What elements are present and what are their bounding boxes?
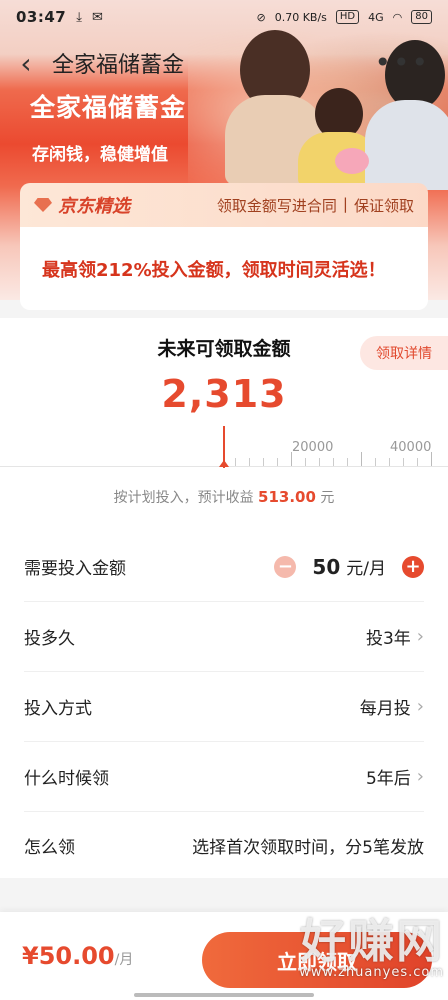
price-unit: /月 bbox=[114, 952, 134, 968]
hero-subtitle: 存闲钱，稳健增值 bbox=[32, 145, 168, 165]
row-invest-method[interactable]: 投入方式 每月投 › bbox=[24, 672, 424, 742]
watermark-logo: 好赚网 bbox=[300, 914, 444, 968]
row-value-wrap: 5年后 › bbox=[366, 764, 424, 789]
wifi-icon: ◠ bbox=[392, 10, 403, 24]
jd-tags: 领取金额写进合同 | 保证领取 bbox=[217, 195, 414, 216]
status-time: 03:47 bbox=[16, 8, 67, 26]
row-duration[interactable]: 投多久 投3年 › bbox=[24, 602, 424, 672]
mail-icon: ✉ bbox=[92, 9, 103, 25]
chevron-right-icon: › bbox=[416, 626, 424, 647]
signal-label: 4G bbox=[368, 10, 384, 24]
row-invest-amount: 需要投入金额 − 50 元/月 + bbox=[24, 532, 424, 602]
price-value: ¥50.00 bbox=[22, 942, 115, 970]
price-total: ¥50.00/月 bbox=[22, 942, 133, 970]
ruler-tick bbox=[249, 458, 250, 466]
tag-separator: | bbox=[342, 194, 348, 213]
estimate-prefix: 按计划投入，预计收益 bbox=[113, 490, 254, 506]
detail-button[interactable]: 领取详情 bbox=[360, 336, 448, 370]
father-body bbox=[365, 100, 448, 190]
decrease-button[interactable]: − bbox=[274, 555, 297, 578]
row-label: 投多久 bbox=[24, 629, 75, 649]
ruler-tick bbox=[375, 458, 376, 466]
back-button[interactable]: ‹ bbox=[0, 47, 52, 80]
ruler-tick bbox=[389, 458, 390, 466]
ruler-tick bbox=[277, 458, 278, 466]
ruler-tick bbox=[319, 458, 320, 466]
estimated-earnings: 按计划投入，预计收益 513.00 元 bbox=[0, 487, 448, 507]
mute-icon: ⊘ bbox=[256, 10, 266, 24]
ruler-label-20000: 20000 bbox=[292, 440, 334, 455]
battery-icon: 80 bbox=[411, 10, 432, 24]
ruler-tick bbox=[333, 458, 334, 466]
ruler-tick bbox=[235, 458, 236, 466]
chevron-right-icon: › bbox=[416, 766, 424, 787]
promo-card: 最高领212%投入金额，领取时间灵活选！ bbox=[20, 227, 428, 310]
row-value-wrap: 投3年 › bbox=[366, 624, 424, 649]
amount-stepper: − 50 元/月 + bbox=[274, 554, 424, 579]
increase-button[interactable]: + bbox=[402, 555, 424, 578]
row-label: 需要投入金额 bbox=[24, 559, 126, 579]
jd-strip: 京东精选 领取金额写进合同 | 保证领取 bbox=[20, 183, 428, 227]
piggy-bank-icon bbox=[335, 148, 369, 174]
estimate-amount: 513.00 bbox=[258, 488, 316, 506]
hero-title: 全家福储蓄金 bbox=[30, 93, 187, 122]
ruler-label-40000: 40000 bbox=[390, 440, 432, 455]
invest-unit: 元/月 bbox=[346, 559, 386, 579]
jd-logo: 京东精选 bbox=[34, 192, 130, 218]
diamond-icon bbox=[34, 198, 52, 212]
row-value: 5年后 bbox=[365, 769, 411, 789]
row-value: 选择首次领取时间，分5笔发放 bbox=[192, 837, 424, 858]
row-label: 投入方式 bbox=[24, 699, 92, 719]
row-value-wrap: 选择首次领取时间，分5笔发放 bbox=[192, 833, 424, 858]
ruler-tick bbox=[347, 458, 348, 466]
ruler-pointer-triangle bbox=[219, 460, 229, 467]
download-icon: ⤓ bbox=[76, 9, 82, 25]
row-claim-time[interactable]: 什么时候领 5年后 › bbox=[24, 742, 424, 812]
promo-text: 最高领212%投入金额，领取时间灵活选！ bbox=[42, 259, 386, 281]
jd-brand: 京东精选 bbox=[58, 196, 130, 217]
row-label: 什么时候领 bbox=[24, 769, 109, 789]
ruler-tick bbox=[417, 458, 418, 466]
watermark-url: www.zhuanyes.com bbox=[299, 965, 444, 980]
chevron-right-icon: › bbox=[416, 696, 424, 717]
watermark: 好赚网 www.zhuanyes.com bbox=[254, 905, 444, 980]
top-nav: ‹ 全家福储蓄金 ••• bbox=[0, 40, 448, 86]
network-speed: 0.70 KB/s bbox=[274, 10, 327, 24]
ruler-tick bbox=[403, 458, 404, 466]
future-amount: 2,313 bbox=[161, 372, 287, 416]
ruler-tick bbox=[305, 458, 306, 466]
hd-badge: HD bbox=[335, 10, 360, 24]
row-value: 投3年 bbox=[365, 629, 411, 649]
row-label: 怎么领 bbox=[24, 837, 75, 858]
amount-ruler-slider[interactable]: 20000 40000 bbox=[0, 420, 448, 475]
estimate-suffix: 元 bbox=[320, 490, 335, 506]
invest-amount: 50 bbox=[312, 554, 341, 579]
more-menu-button[interactable]: ••• bbox=[374, 49, 430, 77]
tag-contract: 领取金额写进合同 bbox=[216, 196, 337, 215]
home-indicator[interactable] bbox=[134, 993, 314, 997]
ruler-tick-major bbox=[361, 452, 362, 466]
page-title: 全家福储蓄金 bbox=[52, 53, 185, 78]
ruler-tick bbox=[263, 458, 264, 466]
row-claim-method: 怎么领 选择首次领取时间，分5笔发放 bbox=[24, 810, 424, 880]
chevron-left-icon: ‹ bbox=[20, 46, 32, 80]
tag-guarantee: 保证领取 bbox=[353, 196, 414, 215]
row-value: 每月投 bbox=[359, 699, 411, 719]
status-bar: 03:47 ⤓ ✉ ⊘ 0.70 KB/s HD 4G ◠ 80 bbox=[0, 0, 448, 34]
row-value-wrap: 每月投 › bbox=[360, 694, 424, 719]
